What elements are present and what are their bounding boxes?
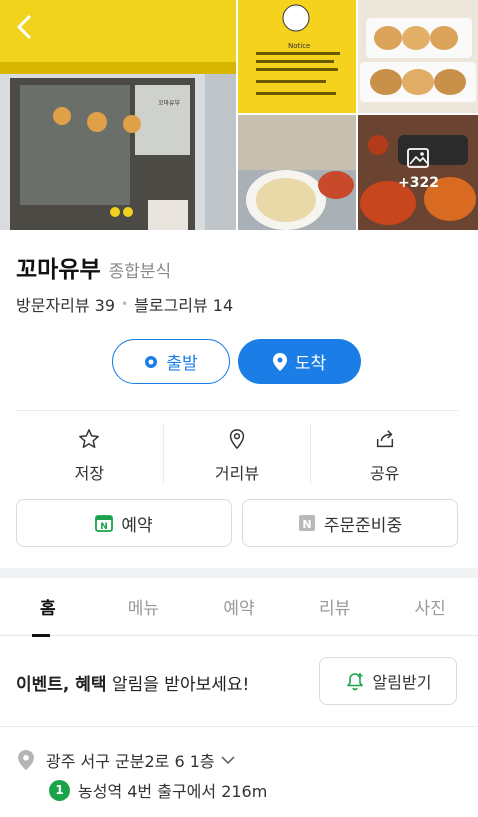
divider — [16, 410, 458, 411]
address-text: 광주 서구 군분2로 6 1층 — [46, 752, 215, 771]
alarm-subscribe-button[interactable]: 알림받기 — [319, 657, 457, 705]
visitor-review-link[interactable]: 방문자리뷰 39 — [16, 292, 115, 316]
separator-dot: • — [121, 297, 129, 311]
photo-more-badge[interactable]: +322 — [398, 148, 439, 191]
order-button[interactable]: N 주문준비중 — [242, 499, 458, 547]
notice-heading: Notice — [288, 42, 311, 50]
alarm-button-label: 알림받기 — [372, 673, 432, 692]
route-start-button[interactable]: 출발 — [112, 339, 230, 384]
place-title: 꼬마유부 종합분식 — [16, 250, 171, 284]
save-button[interactable]: 저장 — [16, 424, 164, 484]
share-button[interactable]: 공유 — [311, 424, 458, 484]
start-point-icon — [145, 355, 158, 368]
alarm-message: 이벤트, 혜택 알림을 받아보세요! — [16, 670, 249, 695]
destination-pin-icon — [272, 352, 287, 371]
photo-gallery-icon — [407, 148, 429, 168]
place-category: 종합분식 — [108, 262, 172, 282]
share-icon — [376, 430, 393, 448]
review-summary: 방문자리뷰 39 • 블로그리뷰 14 — [16, 292, 233, 316]
divider — [0, 726, 478, 727]
tab-home-label: 홈 — [39, 599, 56, 619]
tab-photos[interactable]: 사진 — [382, 578, 478, 635]
star-icon — [79, 429, 100, 448]
tab-reserve-label: 예약 — [223, 599, 255, 619]
route-arrive-label: 도착 — [294, 354, 327, 374]
location-pin-icon — [229, 429, 245, 450]
share-label: 공유 — [369, 464, 400, 483]
tab-menu[interactable]: 메뉴 — [96, 578, 192, 635]
back-icon[interactable] — [12, 12, 38, 42]
reserve-button[interactable]: N 예약 — [16, 499, 232, 547]
noodle-photo[interactable] — [238, 115, 356, 230]
chevron-down-icon[interactable] — [221, 755, 235, 765]
naver-booking-icon: N — [95, 515, 114, 532]
action-bar: 저장 거리뷰 공유 — [16, 424, 458, 484]
photo-gallery[interactable]: 꼬마유부 Notice +322 — [0, 0, 478, 230]
notice-photo[interactable]: Notice — [238, 0, 356, 113]
ramen-photo[interactable]: +322 — [358, 115, 478, 230]
photo-more-count: +322 — [398, 175, 439, 191]
location-pin-icon — [18, 750, 34, 770]
save-label: 저장 — [74, 464, 105, 483]
place-name: 꼬마유부 — [16, 257, 101, 283]
street-view-button[interactable]: 거리뷰 — [164, 424, 312, 484]
tab-bar: 홈 메뉴 예약 리뷰 사진 — [0, 578, 478, 637]
svg-text:꼬마유부: 꼬마유부 — [158, 99, 181, 107]
tab-home[interactable]: 홈 — [0, 578, 96, 635]
subway-line-badge: 1 — [49, 779, 70, 801]
subway-info: 1 농성역 4번 출구에서 216m — [49, 778, 267, 802]
alarm-rest: 알림을 받아보세요! — [106, 675, 250, 695]
route-arrive-button[interactable]: 도착 — [238, 339, 361, 384]
order-label: 주문준비중 — [323, 515, 403, 536]
svg-text:N: N — [101, 522, 109, 532]
address-row[interactable]: 광주 서구 군분2로 6 1층 — [18, 748, 235, 772]
reserve-label: 예약 — [121, 515, 153, 536]
snack-photo[interactable] — [358, 0, 478, 113]
active-tab-indicator — [32, 634, 50, 637]
blog-review-link[interactable]: 블로그리뷰 14 — [134, 292, 233, 316]
tab-photos-label: 사진 — [414, 599, 446, 619]
subway-directions: 농성역 4번 출구에서 216m — [78, 782, 268, 801]
tab-reserve[interactable]: 예약 — [191, 578, 287, 635]
tab-reviews-label: 리뷰 — [318, 599, 351, 619]
svg-text:N: N — [302, 518, 311, 531]
route-start-label: 출발 — [166, 354, 198, 374]
tab-menu-label: 메뉴 — [127, 599, 160, 619]
street-view-label: 거리뷰 — [214, 464, 260, 483]
bell-plus-icon — [346, 673, 363, 691]
alarm-highlight: 이벤트, 혜택 — [16, 675, 107, 695]
section-separator — [0, 568, 478, 578]
naver-order-icon: N — [298, 515, 315, 531]
storefront-photo[interactable]: 꼬마유부 — [0, 0, 236, 230]
tab-reviews[interactable]: 리뷰 — [287, 578, 383, 635]
